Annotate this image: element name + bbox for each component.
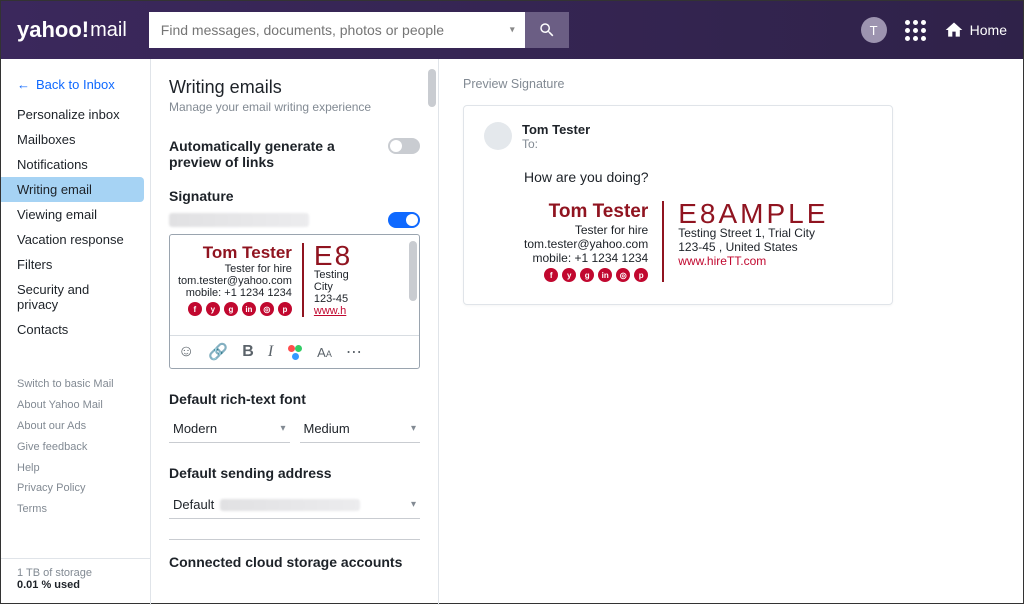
footer-about[interactable]: About Yahoo Mail — [17, 395, 134, 416]
font-family-select[interactable]: Modern▾ — [169, 415, 290, 443]
sidebar-item-writing[interactable]: Writing email — [1, 177, 144, 202]
preview-section-label: Preview Signature — [463, 77, 999, 91]
sidebar-item-contacts[interactable]: Contacts — [1, 317, 150, 342]
avatar — [484, 122, 512, 150]
page-subtitle: Manage your email writing experience — [169, 100, 420, 114]
more-icon[interactable]: ⋯ — [346, 342, 362, 362]
yahoo-logo[interactable]: yahoo!mail — [17, 17, 127, 43]
facebook-icon: f — [544, 268, 558, 282]
font-size-select[interactable]: Medium▾ — [300, 415, 421, 443]
bold-icon[interactable]: B — [242, 343, 254, 361]
sidebar-item-vacation[interactable]: Vacation response — [1, 227, 150, 252]
storage-used: 0.01 % used — [17, 579, 80, 591]
search-input-wrap[interactable]: ▾ — [149, 12, 525, 48]
emoji-icon[interactable]: ☺ — [178, 343, 194, 361]
footer-ads[interactable]: About our Ads — [17, 416, 134, 437]
instagram-icon[interactable]: ◎ — [260, 302, 274, 316]
back-to-inbox[interactable]: ← Back to Inbox — [1, 73, 150, 102]
preview-signature: Tom Tester Tester for hire tom.tester@ya… — [524, 201, 872, 282]
signature-address-redacted — [169, 213, 309, 227]
settings-sidebar: ← Back to Inbox Personalize inbox Mailbo… — [1, 59, 151, 605]
sidebar-item-mailboxes[interactable]: Mailboxes — [1, 127, 150, 152]
footer-basic-mail[interactable]: Switch to basic Mail — [17, 374, 134, 395]
sending-address-redacted — [220, 499, 360, 511]
website-link: www.hireTT.com — [678, 254, 828, 268]
pinterest-icon[interactable]: p — [278, 302, 292, 316]
italic-icon[interactable]: I — [268, 343, 273, 361]
editor-toolbar: ☺ 🔗 B I AA ⋯ — [170, 335, 419, 368]
footer-links: Switch to basic Mail About Yahoo Mail Ab… — [1, 370, 150, 524]
storage-meter: 1 TB of storage 0.01 % used — [1, 558, 150, 599]
signature-left-block: Tom Tester Tester for hire tom.tester@ya… — [178, 243, 292, 317]
sidebar-item-personalize[interactable]: Personalize inbox — [1, 102, 150, 127]
apps-grid-icon[interactable] — [905, 20, 926, 41]
chevron-down-icon: ▾ — [411, 423, 416, 434]
linkedin-icon: in — [598, 268, 612, 282]
preview-card: Tom Tester To: How are you doing? Tom Te… — [463, 105, 893, 305]
sidebar-item-viewing[interactable]: Viewing email — [1, 202, 150, 227]
twitter-icon: y — [562, 268, 576, 282]
social-icons: f y g in ◎ p — [178, 302, 292, 316]
google-icon: g — [580, 268, 594, 282]
example-logo: E8 — [314, 243, 352, 269]
search-input[interactable] — [161, 22, 513, 38]
chevron-down-icon: ▾ — [280, 423, 285, 434]
home-icon — [944, 20, 964, 40]
website-link[interactable]: www.h — [314, 305, 346, 317]
signature-right-block: E8 Testing City 123-45 www.h — [314, 243, 352, 317]
search-filter-caret-icon[interactable]: ▾ — [510, 25, 515, 36]
preview-message: How are you doing? — [524, 169, 872, 185]
link-preview-toggle[interactable] — [388, 138, 420, 154]
signature-editor-content[interactable]: Tom Tester Tester for hire tom.tester@ya… — [170, 235, 419, 335]
footer-help[interactable]: Help — [17, 458, 134, 479]
text-color-icon[interactable] — [287, 344, 303, 360]
preview-column: Preview Signature Tom Tester To: How are… — [439, 59, 1023, 605]
footer-feedback[interactable]: Give feedback — [17, 437, 134, 458]
search-container: ▾ — [149, 12, 569, 48]
footer-terms[interactable]: Terms — [17, 499, 134, 520]
font-size-icon[interactable]: AA — [317, 345, 332, 360]
example-logo: E8AMPLE — [678, 201, 828, 226]
signature-editor[interactable]: Tom Tester Tester for hire tom.tester@ya… — [169, 234, 420, 369]
user-avatar[interactable]: T — [861, 17, 887, 43]
preview-from-name: Tom Tester — [522, 122, 590, 137]
linkedin-icon[interactable]: in — [242, 302, 256, 316]
search-icon — [538, 21, 556, 39]
cloud-section-label: Connected cloud storage accounts — [169, 539, 420, 570]
twitter-icon[interactable]: y — [206, 302, 220, 316]
page-title: Writing emails — [169, 77, 420, 98]
signature-toggle[interactable] — [388, 212, 420, 228]
font-section-label: Default rich-text font — [169, 391, 420, 407]
search-button[interactable] — [525, 12, 569, 48]
storage-total: 1 TB of storage — [17, 567, 134, 579]
app-header: yahoo!mail ▾ T Home — [1, 1, 1023, 59]
chevron-down-icon: ▾ — [411, 499, 416, 510]
preview-to-label: To: — [522, 137, 590, 151]
settings-pane: Writing emails Manage your email writing… — [151, 59, 439, 605]
signature-scrollbar[interactable] — [409, 241, 417, 301]
facebook-icon[interactable]: f — [188, 302, 202, 316]
sending-section-label: Default sending address — [169, 465, 420, 481]
sidebar-item-filters[interactable]: Filters — [1, 252, 150, 277]
signature-label: Signature — [169, 188, 420, 204]
sending-address-select[interactable]: Default ▾ — [169, 491, 420, 519]
google-icon[interactable]: g — [224, 302, 238, 316]
instagram-icon: ◎ — [616, 268, 630, 282]
footer-privacy[interactable]: Privacy Policy — [17, 478, 134, 499]
home-link[interactable]: Home — [944, 20, 1007, 40]
pinterest-icon: p — [634, 268, 648, 282]
sidebar-item-notifications[interactable]: Notifications — [1, 152, 150, 177]
sidebar-item-security[interactable]: Security and privacy — [1, 277, 150, 317]
link-preview-label: Automatically generate a preview of link… — [169, 138, 378, 170]
header-right: T Home — [861, 17, 1007, 43]
link-icon[interactable]: 🔗 — [208, 342, 228, 362]
